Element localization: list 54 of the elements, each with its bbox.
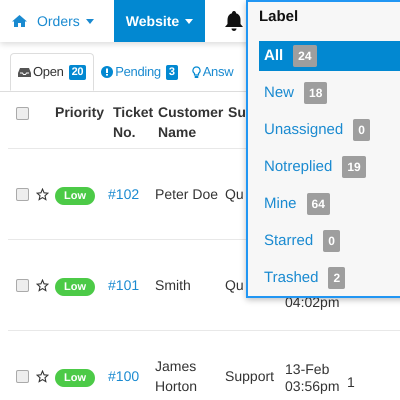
count-badge: 19 bbox=[342, 156, 366, 178]
ticket-link[interactable]: #101 bbox=[108, 276, 140, 292]
count-badge: 64 bbox=[306, 193, 330, 215]
caret-icon bbox=[86, 18, 94, 24]
count-badge: 18 bbox=[304, 82, 328, 104]
column-header: Ticket No. bbox=[113, 103, 154, 142]
menu-item[interactable]: Trashed 2 bbox=[259, 263, 400, 293]
checkbox[interactable] bbox=[16, 107, 29, 120]
column-header: Su bbox=[228, 103, 247, 122]
count-badge: 0 bbox=[323, 230, 340, 252]
star-icon[interactable] bbox=[36, 188, 49, 200]
menu-item[interactable]: Mine 64 bbox=[259, 189, 400, 219]
table-cell-text: 04:02pm bbox=[285, 294, 340, 310]
table-cell-text: 1 bbox=[347, 372, 355, 392]
table-cell-text: Peter Doe bbox=[155, 185, 220, 204]
count-badge: 20 bbox=[68, 64, 86, 80]
inbox-icon bbox=[18, 66, 31, 78]
table-cell-text: James Horton bbox=[155, 357, 198, 396]
table-cell-text: 03:56pm bbox=[285, 378, 340, 395]
checkbox[interactable] bbox=[16, 370, 29, 382]
alert-icon bbox=[101, 66, 114, 78]
table-cell-text: 13-Feb bbox=[285, 361, 330, 378]
star-icon[interactable] bbox=[36, 370, 49, 382]
tab[interactable]: Answ bbox=[184, 53, 240, 91]
checkbox[interactable] bbox=[16, 188, 29, 200]
menu-item[interactable]: All 24 bbox=[259, 41, 400, 71]
priority-badge: Low bbox=[55, 278, 95, 296]
ticket-link[interactable]: #100 bbox=[108, 368, 140, 384]
home-icon bbox=[12, 15, 27, 27]
nav-menu[interactable]: Website bbox=[114, 0, 206, 42]
bell-icon[interactable] bbox=[225, 11, 244, 31]
caret-icon bbox=[185, 18, 194, 24]
column-header: Customer Name bbox=[158, 103, 224, 142]
nav-menu[interactable]: Orders bbox=[33, 0, 98, 42]
count-badge: 0 bbox=[353, 119, 370, 141]
count-badge: 3 bbox=[166, 64, 178, 80]
ticket-link[interactable]: #102 bbox=[108, 186, 140, 202]
menu-item[interactable]: Unassigned 0 bbox=[259, 115, 400, 145]
menu-item[interactable]: New 18 bbox=[259, 78, 400, 108]
menu-item[interactable]: Starred 0 bbox=[259, 226, 400, 256]
count-badge: 2 bbox=[328, 267, 346, 289]
dropdown-title: Label bbox=[259, 7, 300, 27]
column-header: Priority bbox=[55, 103, 106, 122]
priority-badge: Low bbox=[55, 186, 95, 204]
priority-badge: Low bbox=[55, 368, 95, 386]
count-badge: 24 bbox=[293, 45, 317, 67]
table-cell-text: Smith bbox=[155, 276, 192, 295]
lightbulb-icon bbox=[192, 66, 201, 78]
star-icon[interactable] bbox=[36, 278, 49, 292]
tab[interactable]: Open 20 bbox=[10, 53, 94, 91]
menu-item[interactable]: Notreplied 19 bbox=[259, 152, 400, 182]
table-cell-text: Support bbox=[225, 366, 276, 386]
tab[interactable]: Pending 3 bbox=[94, 53, 185, 91]
checkbox[interactable] bbox=[16, 278, 29, 292]
